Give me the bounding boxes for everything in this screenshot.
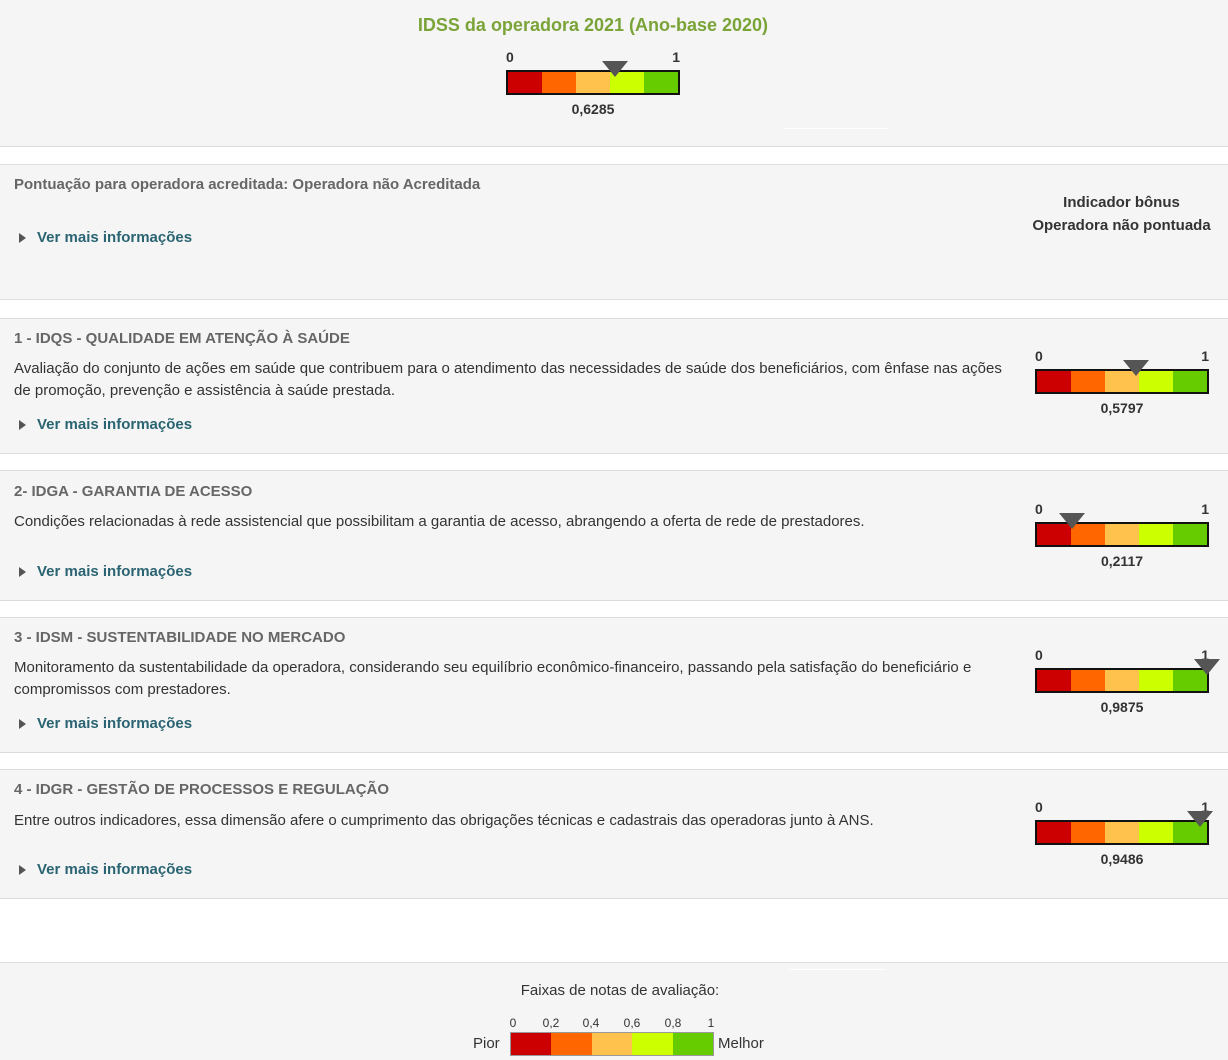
section-more-toggle[interactable]: Ver mais informações [19,563,192,580]
section-more-toggle[interactable]: Ver mais informações [19,715,192,732]
section-title: 4 - IDGR - GESTÃO DE PROCESSOS E REGULAÇ… [14,781,390,798]
band-red [511,1033,552,1055]
accreditation-title: Pontuação para operadora acreditada: Ope… [14,176,481,193]
section-title: 2- IDGA - GARANTIA DE ACESSO [14,483,253,500]
band-green [1173,524,1207,545]
gauge-max-label: 1 [1201,501,1209,517]
bonus-title: Indicador bônus [1063,194,1180,211]
gauge-max-label: 1 [672,49,680,65]
triangle-down-marker-icon [1122,360,1149,376]
gauge-color-bar [1035,820,1209,845]
section-description: Monitoramento da sustentabilidade da ope… [14,659,972,698]
gauge-max-label: 1 [1201,348,1209,364]
section-more-toggle[interactable]: Ver mais informações [19,861,192,878]
section-idqs: 1 - IDQS - QUALIDADE EM ATENÇÃO À SAÚDE … [0,318,1228,454]
legend-title: Faixas de notas de avaliação: [520,982,720,999]
page-title: IDSS da operadora 2021 (Ano-base 2020) [417,15,769,35]
more-info-link[interactable]: Ver mais informações [37,861,192,878]
band-orange [1071,371,1105,392]
band-yellow [1105,670,1139,691]
legend-tick: 0,8 [664,1016,682,1030]
legend-tick: 1 [707,1016,715,1030]
section-score-gauge: 0 1 0,2117 [1035,501,1209,573]
band-red [508,72,542,93]
triangle-right-icon [19,419,26,430]
accreditation-more-toggle[interactable]: Ver mais informações [19,229,192,246]
band-lime [1139,822,1173,843]
legend-worst-label: Pior [473,1035,500,1052]
triangle-down-marker-icon [1058,513,1085,529]
section-description: Condições relacionadas à rede assistenci… [14,513,865,530]
band-green [644,72,678,93]
gauge-value: 0,9486 [1100,851,1144,867]
gauge-value: 0,5797 [1100,400,1144,416]
more-info-link[interactable]: Ver mais informações [37,715,192,732]
gauge-min-label: 0 [506,49,514,65]
band-green [1173,371,1207,392]
band-lime [632,1033,673,1055]
legend-best-label: Melhor [718,1035,764,1052]
section-score-gauge: 0 1 0,5797 [1035,348,1209,420]
gauge-value: 0,9875 [1100,699,1144,715]
band-red [1037,371,1071,392]
section-title: 1 - IDQS - QUALIDADE EM ATENÇÃO À SAÚDE [14,330,350,347]
section-idga: 2- IDGA - GARANTIA DE ACESSO Condições r… [0,470,1228,601]
triangle-right-icon [19,566,26,577]
more-info-link[interactable]: Ver mais informações [37,416,192,433]
bonus-status: Operadora não pontuada [1032,217,1211,234]
accreditation-panel: Pontuação para operadora acreditada: Ope… [0,164,1228,300]
gauge-value: 0,6285 [571,101,615,117]
section-score-gauge: 0 1 0,9486 [1035,799,1214,871]
band-lime [1139,670,1173,691]
band-lime [1139,524,1173,545]
band-red [1037,822,1071,843]
band-yellow [591,1033,633,1055]
legend-tick: 0,2 [542,1016,560,1030]
band-green [672,1033,714,1055]
divider [789,969,885,970]
triangle-down-marker-icon [602,61,629,77]
triangle-right-icon [19,232,26,243]
gauge-min-label: 0 [1035,647,1043,663]
section-idsm: 3 - IDSM - SUSTENTABILIDADE NO MERCADO M… [0,617,1228,753]
more-info-link[interactable]: Ver mais informações [37,563,192,580]
section-idgr: 4 - IDGR - GESTÃO DE PROCESSOS E REGULAÇ… [0,769,1228,899]
gauge-min-label: 0 [1035,501,1043,517]
overall-score-panel: IDSS da operadora 2021 (Ano-base 2020) 0… [0,0,1228,147]
section-description: Entre outros indicadores, essa dimensão … [14,812,874,829]
rating-legend: Faixas de notas de avaliação: 0 0,2 0,4 … [0,962,1228,1060]
section-description: Avaliação do conjunto de ações em saúde … [14,360,1002,399]
band-yellow [1105,822,1139,843]
triangle-right-icon [19,718,26,729]
band-orange [1071,670,1105,691]
gauge-min-label: 0 [1035,348,1043,364]
band-orange [1071,822,1105,843]
gauge-color-bar [1035,668,1209,693]
section-score-gauge: 0 1 0,9875 [1035,647,1220,719]
gauge-value: 0,2117 [1100,553,1144,569]
triangle-down-marker-icon [1193,659,1220,675]
bonus-indicator: Indicador bônus Operadora não pontuada [1020,191,1223,237]
gauge-color-bar [506,70,680,95]
legend-tick: 0 [509,1016,517,1030]
band-orange [551,1033,592,1055]
more-info-link[interactable]: Ver mais informações [37,229,192,246]
gauge-min-label: 0 [1035,799,1043,815]
section-more-toggle[interactable]: Ver mais informações [19,416,192,433]
section-title: 3 - IDSM - SUSTENTABILIDADE NO MERCADO [14,629,346,646]
triangle-down-marker-icon [1187,811,1214,827]
legend-color-bar [510,1032,714,1056]
band-orange [542,72,576,93]
divider [784,128,888,129]
legend-tick: 0,6 [623,1016,641,1030]
overall-score-gauge: 0 1 0,6285 [506,49,680,121]
band-red [1037,670,1071,691]
triangle-right-icon [19,864,26,875]
band-yellow [1105,524,1139,545]
legend-tick: 0,4 [582,1016,600,1030]
